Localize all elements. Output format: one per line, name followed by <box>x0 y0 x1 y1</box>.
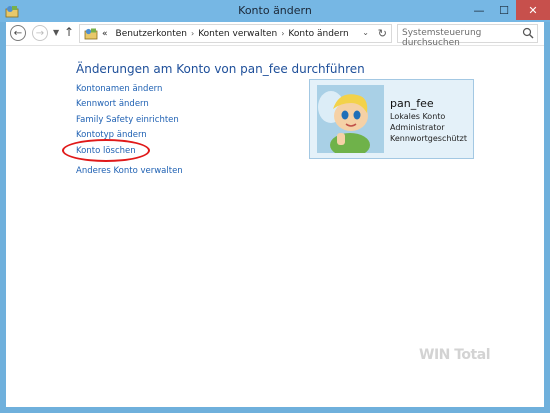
highlight-ellipse <box>62 139 150 162</box>
account-protection: Kennwortgeschützt <box>390 134 467 143</box>
breadcrumb-item[interactable]: Konto ändern <box>288 29 348 39</box>
title-bar[interactable]: Konto ändern — ☐ ✕ <box>0 0 550 22</box>
up-button[interactable]: ↑ <box>64 25 74 39</box>
manage-other-account-link[interactable]: Anderes Konto verwalten <box>76 166 183 176</box>
breadcrumb-prefix: « <box>102 28 108 39</box>
rename-account-link[interactable]: Kontonamen ändern <box>76 84 162 94</box>
breadcrumb-separator[interactable]: › <box>191 29 194 38</box>
search-placeholder: Systemsteuerung durchsuchen <box>402 28 482 48</box>
breadcrumb-separator[interactable]: › <box>281 29 284 38</box>
change-password-link[interactable]: Kennwort ändern <box>76 99 149 109</box>
breadcrumb-item[interactable]: Benutzerkonten <box>116 29 187 39</box>
watermark: WIN Total <box>419 347 491 363</box>
address-bar[interactable]: « Benutzerkonten › Konten verwalten › Ko… <box>79 24 392 43</box>
search-input[interactable]: Systemsteuerung durchsuchen <box>397 24 538 48</box>
window: Konto ändern — ☐ ✕ ← → ▼ ↑ « Benutzerkon… <box>0 0 550 413</box>
control-panel-icon <box>84 28 98 40</box>
breadcrumb-item[interactable]: Konten verwalten <box>198 29 277 39</box>
account-type: Lokales Konto <box>390 112 446 121</box>
maximize-button[interactable]: ☐ <box>492 0 516 20</box>
avatar <box>317 85 384 153</box>
back-button[interactable]: ← <box>10 25 26 41</box>
navigation-bar: ← → ▼ ↑ « Benutzerkonten › Konten verwal… <box>6 22 544 48</box>
refresh-button[interactable]: ↻ <box>378 27 387 40</box>
account-name: pan_fee <box>390 97 434 110</box>
search-icon[interactable] <box>522 27 534 39</box>
client-area: ← → ▼ ↑ « Benutzerkonten › Konten verwal… <box>6 22 544 407</box>
account-card: pan_fee Lokales Konto Administrator Kenn… <box>309 79 474 159</box>
family-safety-link[interactable]: Family Safety einrichten <box>76 115 179 125</box>
recent-pages-dropdown[interactable]: ▼ <box>53 28 59 37</box>
account-role: Administrator <box>390 123 445 132</box>
account-picture <box>317 85 384 153</box>
minimize-button[interactable]: — <box>466 0 492 20</box>
address-dropdown-button[interactable]: ⌄ <box>362 28 369 37</box>
forward-button[interactable]: → <box>32 25 48 41</box>
page-title: Änderungen am Konto von pan_fee durchfüh… <box>76 62 365 76</box>
close-button[interactable]: ✕ <box>516 0 550 20</box>
